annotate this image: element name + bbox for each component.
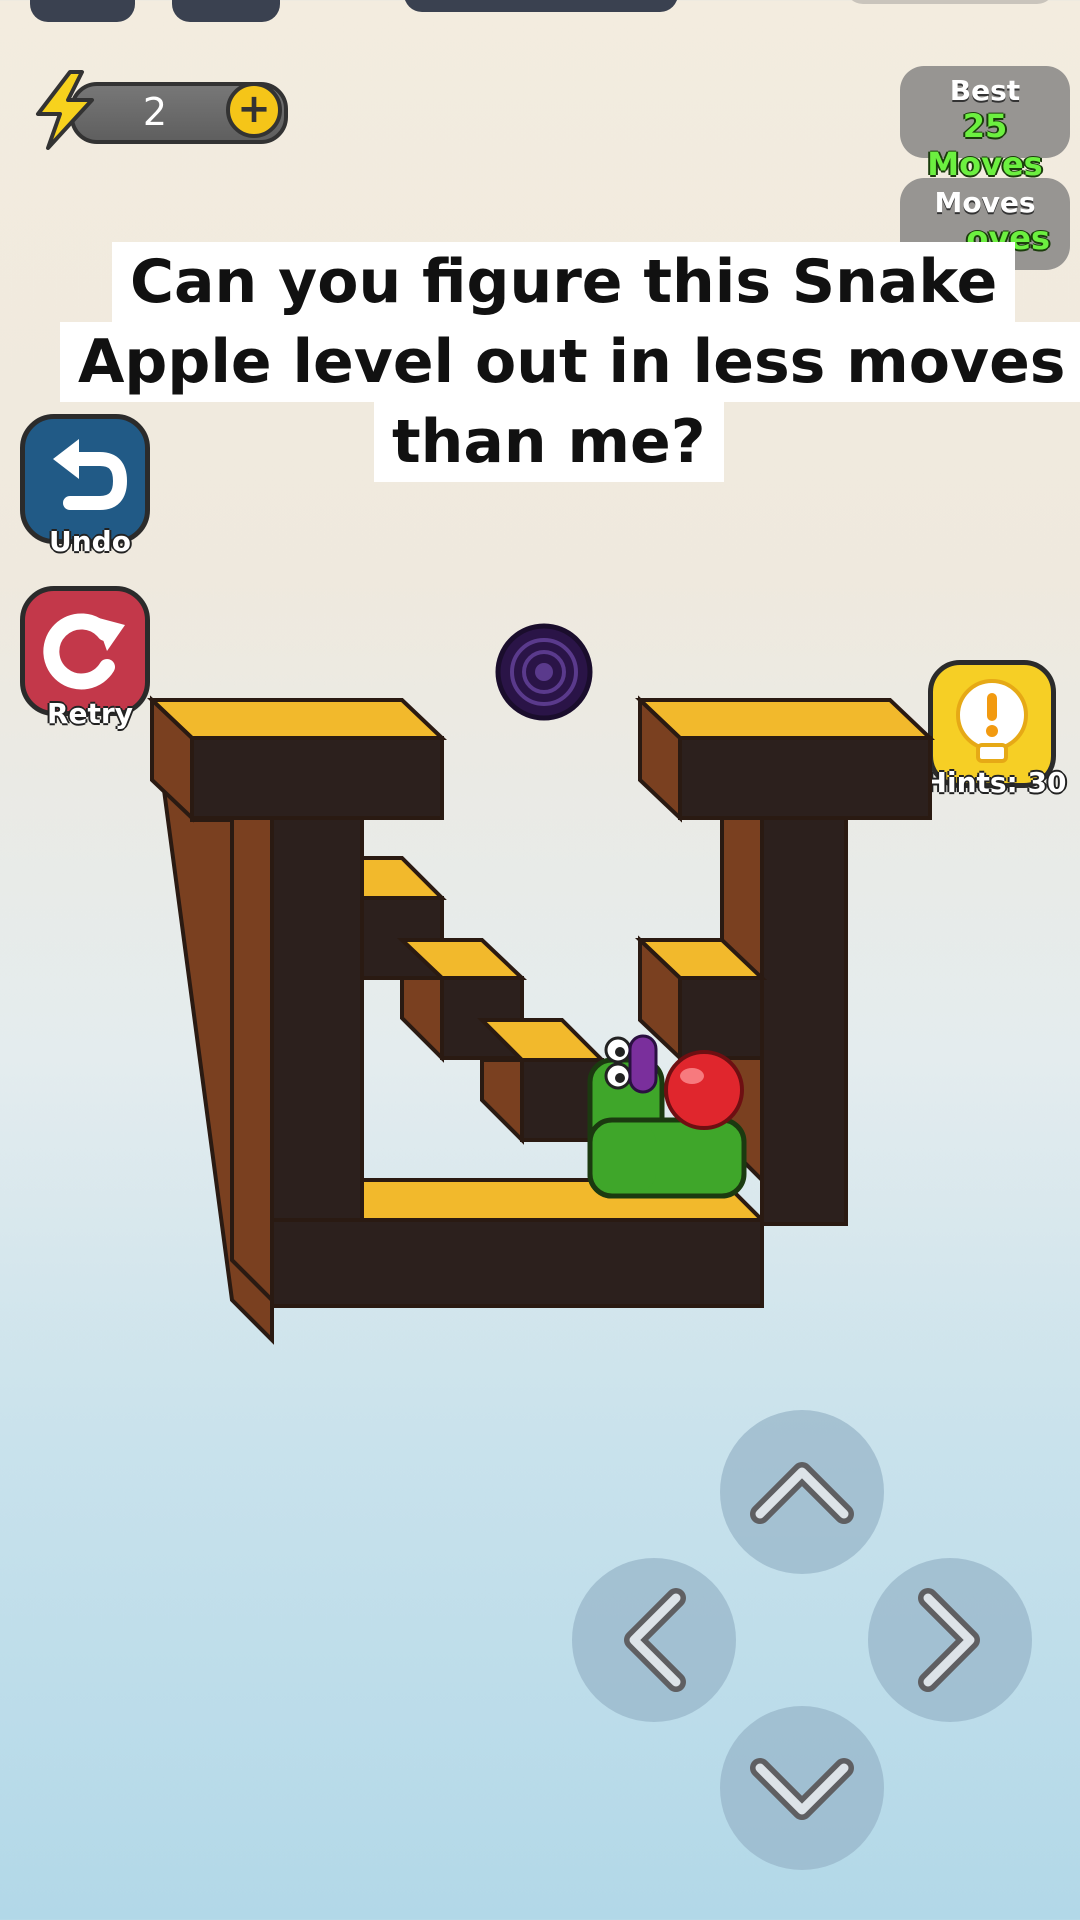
- apple-icon: [664, 1050, 744, 1130]
- undo-button[interactable]: Undo: [20, 414, 150, 558]
- wall-floor: [270, 1178, 767, 1308]
- top-stub-right: [845, 0, 1055, 4]
- wall-stairs: [360, 856, 607, 1145]
- energy-count: 2: [142, 90, 168, 134]
- caption-line-1: Can you figure this Snake: [112, 242, 1016, 322]
- retry-label: Retry: [47, 697, 133, 730]
- chevron-down-icon: [750, 1758, 854, 1820]
- snake: [587, 1034, 747, 1199]
- moves-label: Moves: [934, 186, 1036, 219]
- dpad-right-button[interactable]: [868, 1558, 1032, 1722]
- chevron-left-icon: [624, 1588, 686, 1692]
- retry-button[interactable]: Retry: [20, 586, 150, 730]
- lightning-bolt-icon: [36, 70, 94, 150]
- chevron-up-icon: [750, 1462, 854, 1524]
- undo-label: Undo: [49, 525, 131, 558]
- portal-icon: [495, 623, 593, 721]
- undo-icon: [53, 439, 128, 510]
- caption-line-3: than me?: [374, 402, 724, 482]
- best-panel: Best 25 Moves: [900, 66, 1070, 183]
- top-stub-left: [30, 0, 135, 22]
- top-stub-left-2: [172, 0, 280, 22]
- best-label: Best: [949, 74, 1021, 107]
- add-energy-button[interactable]: +: [226, 82, 282, 138]
- hints-label: Hints: 30: [923, 766, 1067, 799]
- wall-left: [146, 695, 448, 1345]
- dpad-left-button[interactable]: [572, 1558, 736, 1722]
- caption-line-2: Apple level out in less moves: [60, 322, 1080, 402]
- best-value: 25 Moves: [927, 107, 1043, 183]
- chevron-right-icon: [918, 1588, 980, 1692]
- top-stub-center: [404, 0, 678, 12]
- dpad-down-button[interactable]: [720, 1706, 884, 1870]
- energy-counter: 2 +: [30, 70, 288, 150]
- dpad-up-button[interactable]: [720, 1410, 884, 1574]
- retry-icon: [43, 613, 125, 690]
- wall-right: [634, 695, 936, 1226]
